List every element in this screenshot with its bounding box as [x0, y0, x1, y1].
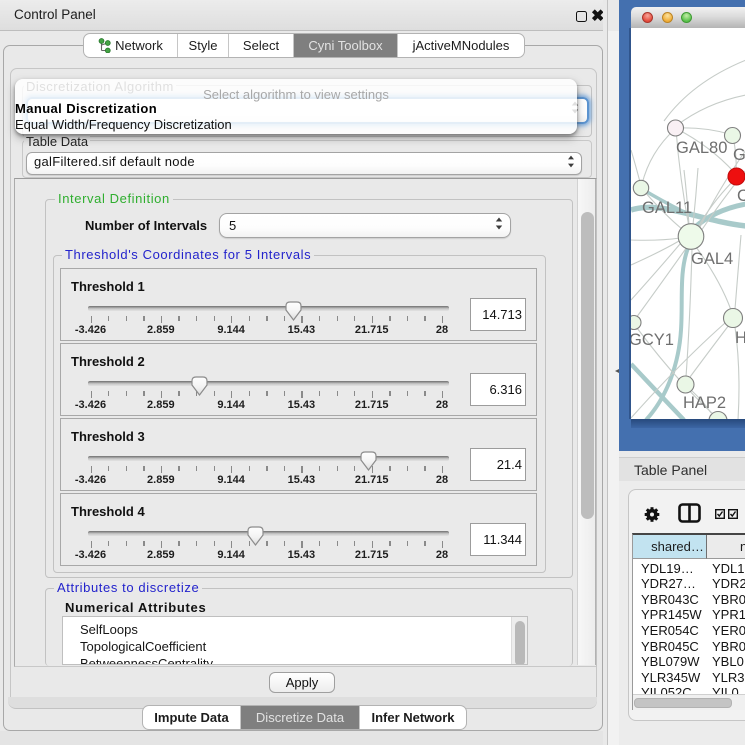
svg-text:C: C — [737, 187, 745, 205]
svg-text:GAL4: GAL4 — [691, 250, 733, 268]
svg-text:GCY1: GCY1 — [631, 331, 674, 349]
svg-text:H: H — [735, 329, 745, 347]
svg-text:GAL11: GAL11 — [642, 199, 692, 217]
svg-text:GAL80: GAL80 — [676, 139, 727, 157]
svg-text:HAP2: HAP2 — [683, 394, 726, 412]
svg-text:GA: GA — [733, 146, 745, 164]
